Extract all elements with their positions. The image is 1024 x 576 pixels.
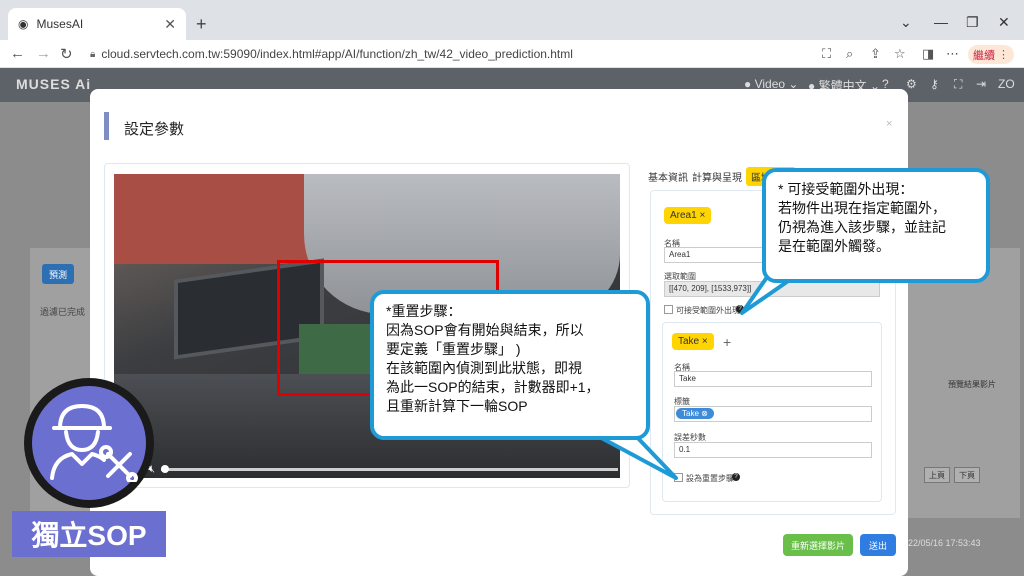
delay-field[interactable]: 0.1 (674, 442, 872, 458)
tab-basic-info[interactable]: 基本資訊 (648, 169, 688, 184)
callout-line: *重置步驟： (386, 303, 462, 319)
chip-close-icon[interactable]: × (699, 210, 705, 221)
url-field[interactable]: 🔒︎ cloud.servtech.com.tw:59090/index.htm… (90, 43, 810, 65)
callout-line: 要定義「重置步驟」 ) (386, 341, 521, 357)
video-progress-track[interactable] (160, 464, 618, 473)
share-icon[interactable]: ⇪ (870, 46, 881, 62)
area-chip-label: Area1 (670, 210, 697, 221)
badge-label: 獨立SOP (12, 511, 166, 557)
tab-compute-display[interactable]: 計算與呈現 (692, 169, 742, 184)
tab-close-icon[interactable]: ✕ (164, 16, 176, 33)
app-favicon-icon: ◉ (18, 17, 29, 31)
settings-icon[interactable]: ⚙ (906, 77, 917, 91)
tab-search-icon[interactable]: ⌄ (900, 14, 912, 31)
profile-label: 繼續 (973, 49, 995, 62)
callout-line: 且重新計算下一輪SOP (386, 398, 528, 414)
video-progress-thumb[interactable] (160, 464, 169, 473)
back-icon[interactable]: ← (10, 45, 25, 62)
browser-tabbar: ◉ MusesAI ✕ + ⌄ — ❐ ✕ (0, 0, 1024, 40)
tag-chip-label: Take (682, 409, 699, 418)
callout-line: 若物件出現在指定範圍外， (778, 200, 946, 216)
reselect-video-button[interactable]: 重新選擇影片 (783, 534, 853, 556)
fullscreen-icon[interactable]: ⛶ (954, 77, 962, 92)
translate-icon[interactable]: ⛶ (822, 46, 831, 62)
logout-icon[interactable]: ⇥ (976, 77, 986, 91)
tab-title: MusesAI (36, 17, 84, 31)
timestamp: 22/05/16 17:53:43 (908, 538, 981, 548)
callout-line: 在該範圍內偵測到此狀態，即視 (386, 360, 582, 376)
filter-text: 過濾已完成 (40, 307, 86, 317)
user-name: ZO (998, 77, 1015, 91)
tag-remove-icon[interactable]: ⊗ (701, 409, 708, 418)
chip-close-icon[interactable]: × (702, 336, 708, 347)
key-icon[interactable]: ⚷ (930, 77, 939, 91)
preview-label: 預覽結果影片 (948, 380, 996, 389)
restore-button[interactable]: ❐ (966, 14, 979, 31)
address-bar: ← → ↻ 🔒︎ cloud.servtech.com.tw:59090/ind… (0, 40, 1024, 68)
reset-step-callout: *重置步驟： 因為SOP會有開始與結束，所以 要定義「重置步驟」 ) 在該範圍內… (370, 290, 650, 440)
modal-close-icon[interactable]: × (886, 118, 892, 130)
tag-chip[interactable]: Take ⊗ (676, 408, 714, 419)
video-controls: 🔇︎ (148, 462, 618, 476)
prev-page-button[interactable]: 上頁 (924, 467, 950, 483)
callout-line: 是在範圍外觸發。 (778, 238, 890, 254)
worker-wrench-icon (50, 404, 138, 482)
zoom-icon[interactable]: ⌕ (846, 46, 853, 62)
callout-line: 因為SOP會有開始與結束，所以 (386, 322, 584, 338)
forward-icon[interactable]: → (36, 45, 51, 62)
accept-outside-label: 可接受範圍外出現 (676, 306, 740, 315)
step-chip[interactable]: Take × (672, 333, 714, 350)
callout-line: * 可接受範圍外出現： (778, 181, 914, 197)
step-chip-label: Take (678, 336, 700, 347)
next-page-button[interactable]: 下頁 (954, 467, 980, 483)
callout-line: 為此一SOP的結束，計數器即+1， (386, 379, 600, 395)
reload-icon[interactable]: ↻ (60, 45, 73, 63)
area-chip[interactable]: Area1 × (664, 207, 712, 224)
bookmark-star-icon[interactable]: ☆ (894, 46, 906, 62)
outside-range-callout: * 可接受範圍外出現： 若物件出現在指定範圍外， 仍視為進入該步驟，並註記 是在… (762, 168, 990, 283)
minimize-button[interactable]: — (934, 14, 948, 30)
new-tab-button[interactable]: + (196, 14, 207, 35)
step-name-field[interactable]: Take (674, 371, 872, 387)
info-icon[interactable]: ? (732, 473, 740, 481)
browser-tab[interactable]: ◉ MusesAI ✕ (8, 8, 186, 40)
title-accent-bar (104, 112, 109, 140)
submit-button[interactable]: 送出 (860, 534, 896, 556)
add-step-icon[interactable]: + (723, 334, 731, 350)
predict-button[interactable]: 預測 (42, 264, 74, 284)
menu-dots-icon: ⋮ (998, 49, 1009, 61)
app-logo: MUSES Ai (16, 76, 92, 92)
profile-button[interactable]: 繼續 ⋮ (968, 45, 1014, 64)
lock-icon: 🔒︎ (90, 48, 96, 60)
url-text: cloud.servtech.com.tw:59090/index.html#a… (101, 47, 573, 61)
sidepanel-icon[interactable]: ◨ (922, 46, 934, 62)
video-object (114, 174, 314, 264)
reset-step-label: 設為重置步驟 (686, 474, 734, 483)
window-close-button[interactable]: ✕ (998, 14, 1010, 31)
modal-title: 設定參數 (124, 121, 185, 138)
extensions-icon[interactable]: ⋯ (946, 46, 959, 62)
callout-line: 仍視為進入該步驟，並註記 (778, 219, 946, 235)
accept-outside-checkbox[interactable] (664, 305, 673, 314)
